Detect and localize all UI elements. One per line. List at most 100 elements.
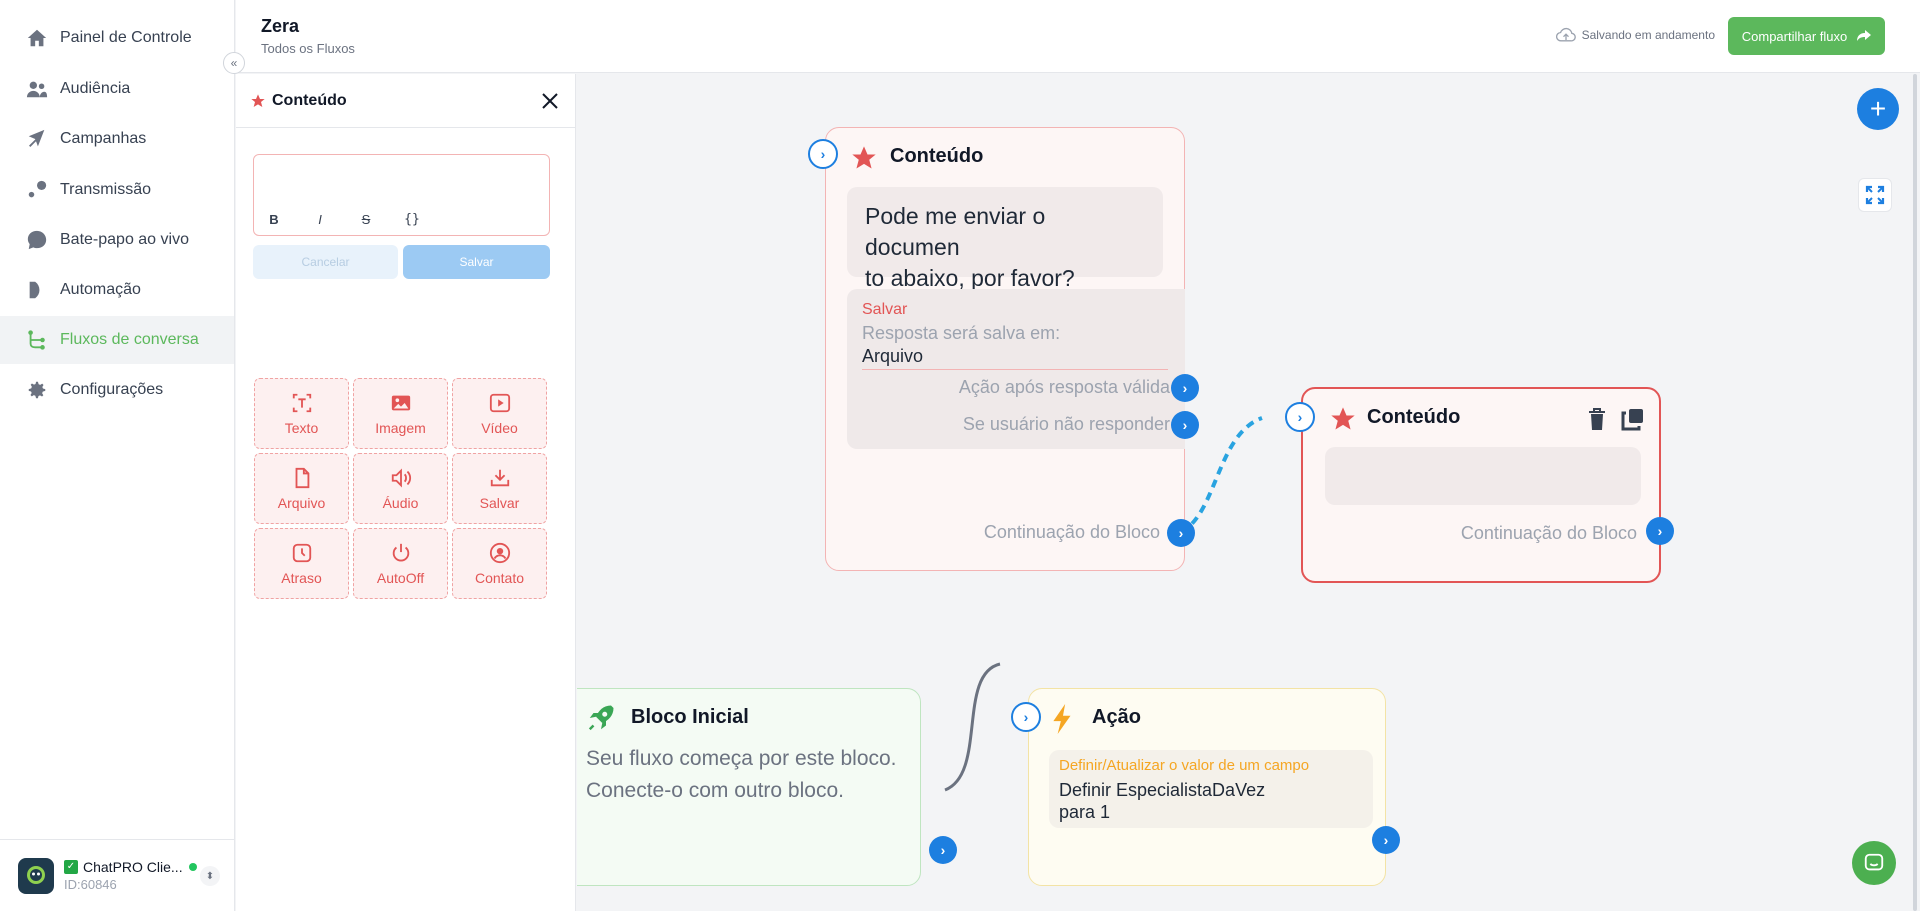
breadcrumb[interactable]: Todos os Fluxos [261,41,355,56]
valid-action-label: Ação após resposta válida [958,377,1170,397]
share-arrow-icon [1857,30,1872,41]
message-editor[interactable]: B I S {} [253,154,550,236]
sidebar-item-label: Painel de Controle [60,29,192,46]
save-label: Salvar [862,301,908,318]
action-line: para 1 [1059,802,1111,822]
action-detail-block[interactable]: Definir/Atualizar o valor de um campo De… [1049,750,1373,828]
share-flow-button[interactable]: Compartilhar fluxo [1728,17,1885,55]
tile-delay[interactable]: Atraso [254,528,349,599]
node-title: Conteúdo [1367,406,1461,428]
input-connector[interactable]: › [808,139,838,169]
tile-video[interactable]: Vídeo [452,378,547,449]
video-icon [489,393,510,412]
message-bubble[interactable]: Pode me enviar o documen to abaixo, por … [847,187,1163,291]
sidebar-item-broadcast[interactable]: Transmissão [0,166,234,214]
bold-button[interactable]: B [264,212,284,227]
continuation-label: Continuação do Bloco [1460,523,1637,543]
tile-save[interactable]: Salvar [452,453,547,524]
strikethrough-button[interactable]: S [356,212,376,227]
valid-action-connector[interactable]: › [1171,374,1199,402]
verified-check-icon: ✓ [64,859,78,874]
support-chat-button[interactable] [1852,841,1896,885]
start-output-connector[interactable]: › [929,836,957,864]
contact-icon [489,542,510,563]
tile-label: Áudio [382,494,419,511]
sidebar-item-label: Bate-papo ao vivo [60,231,189,248]
tile-audio[interactable]: Áudio [353,453,448,524]
action-output-connector[interactable]: › [1372,826,1400,854]
sidebar-item-campaigns[interactable]: Campanhas [0,115,234,163]
sidebar-item-live-chat[interactable]: Bate-papo ao vivo [0,216,234,264]
save-button[interactable]: Salvar [403,245,550,279]
broadcast-icon [26,179,48,201]
lightning-icon [1053,704,1071,734]
input-connector[interactable]: › [1285,402,1315,432]
sidebar-item-flows[interactable]: Fluxos de conversa [0,316,234,364]
formatting-toolbar: B I S {} [264,212,422,227]
close-icon[interactable] [539,90,561,112]
saving-text: Salvando em andamento [1581,28,1715,42]
duplicate-icon[interactable] [1621,407,1645,431]
star-icon [1331,407,1355,430]
sidebar-item-label: Campanhas [60,130,147,147]
save-response-block[interactable]: Salvar Resposta será salva em: Arquivo A… [847,289,1185,449]
content-node[interactable]: Conteúdo Continuação do Bloco [1301,387,1661,583]
saving-status: Salvando em andamento [1555,27,1715,43]
start-node[interactable]: Bloco Inicial Seu fluxo começa por este … [577,688,921,886]
chevron-up-down-icon[interactable]: ⬍ [200,866,220,886]
share-flow-label: Compartilhar fluxo [1741,28,1848,44]
continuation-connector[interactable]: › [1646,517,1674,545]
no-response-connector[interactable]: › [1171,411,1199,439]
tile-label: AutoOff [376,569,425,586]
add-block-button[interactable]: + [1857,88,1899,130]
tile-label: Arquivo [277,494,326,511]
variable-button[interactable]: {} [402,212,422,227]
no-response-label: Se usuário não responder [962,414,1170,434]
sidebar-item-automation[interactable]: Automação [0,266,234,314]
input-connector[interactable]: › [1011,702,1041,732]
scrollbar[interactable] [1913,74,1917,911]
sidebar-item-audience[interactable]: Audiência [0,65,234,113]
automation-icon [26,279,48,301]
tile-label: Imagem [375,419,426,436]
sidebar-item-label: Fluxos de conversa [60,331,199,348]
tile-text[interactable]: Texto [254,378,349,449]
cancel-button[interactable]: Cancelar [253,245,398,279]
empty-message-bubble[interactable] [1325,447,1641,505]
sidebar-item-label: Automação [60,281,141,298]
trash-icon[interactable] [1587,407,1607,431]
tile-label: Salvar [479,494,520,511]
account-switcher[interactable]: ✓ ChatPRO Clie... ID:60846 ⬍ [0,839,234,911]
content-node[interactable]: Conteúdo Pode me enviar o documen to aba… [825,127,1185,571]
tile-label: Texto [284,419,319,436]
flow-icon [26,329,48,351]
solid-connection-line[interactable] [944,662,1001,792]
collapse-sidebar-button[interactable]: « [223,52,245,74]
tile-file[interactable]: Arquivo [254,453,349,524]
file-icon [295,467,309,488]
chat-bubble-icon [26,229,48,251]
tile-autooff[interactable]: AutoOff [353,528,448,599]
sidebar-item-settings[interactable]: Configurações [0,366,234,414]
rocket-icon [588,705,614,731]
home-icon [26,27,48,49]
description-line: Seu fluxo começa por este bloco. [586,747,897,770]
star-icon [852,146,876,169]
node-title: Conteúdo [890,145,984,167]
action-line: Definir EspecialistaDaVez [1059,780,1266,800]
online-status-dot [188,862,197,871]
chat-icon [1864,853,1884,871]
sidebar-item-dashboard[interactable]: Painel de Controle [0,14,234,62]
flow-canvas[interactable]: Conteúdo Pode me enviar o documen to aba… [577,74,1920,911]
fit-view-button[interactable] [1858,178,1892,212]
tile-contact[interactable]: Contato [452,528,547,599]
continuation-connector[interactable]: › [1167,519,1195,547]
tile-label: Contato [474,569,525,586]
clock-icon [292,543,311,562]
action-node[interactable]: Ação Definir/Atualizar o valor de um cam… [1028,688,1386,886]
save-icon [490,469,509,486]
italic-button[interactable]: I [310,212,330,227]
node-title: Ação [1092,706,1141,728]
account-name: ChatPRO Clie... [83,858,183,875]
tile-image[interactable]: Imagem [353,378,448,449]
